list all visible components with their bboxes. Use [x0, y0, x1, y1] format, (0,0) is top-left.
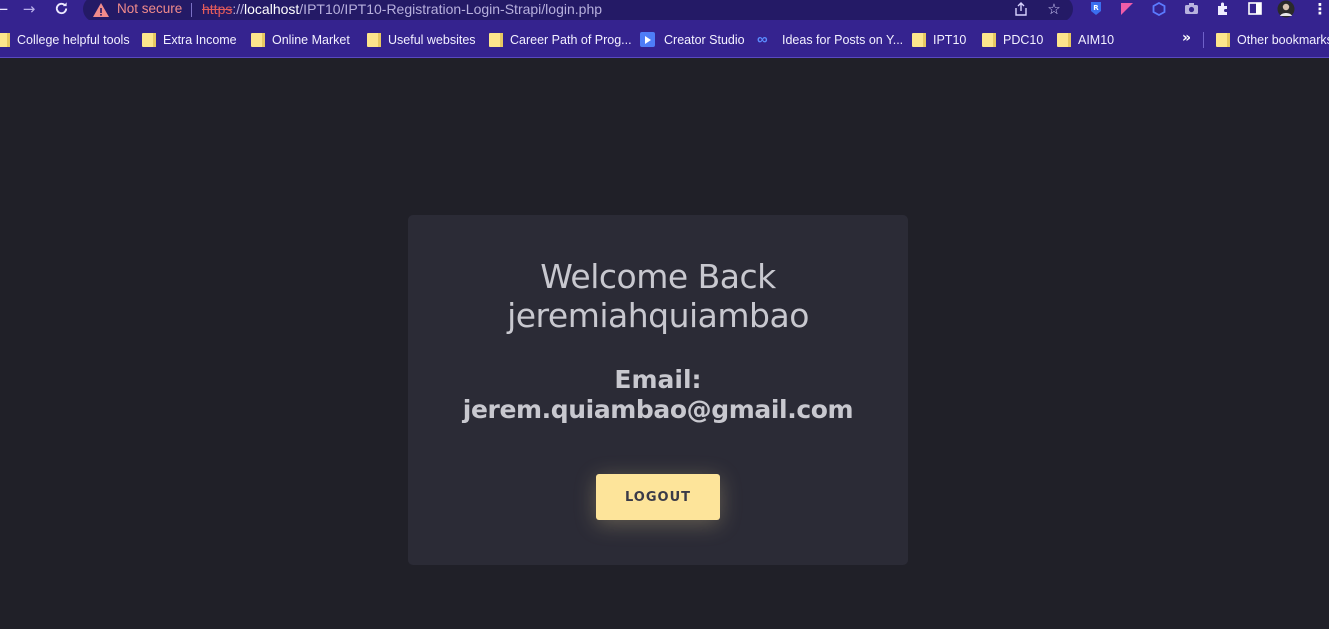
folder-icon: [982, 32, 996, 47]
bookmark-useful-websites[interactable]: Useful websites: [367, 30, 476, 49]
bookmark-online-market[interactable]: Online Market: [251, 30, 350, 49]
bookmark-aim10[interactable]: AIM10: [1057, 30, 1114, 49]
svg-text:R: R: [1093, 4, 1099, 12]
bookmark-label: College helpful tools: [17, 32, 130, 47]
extension-icon[interactable]: [1118, 0, 1136, 17]
bookmark-extra-income[interactable]: Extra Income: [142, 30, 237, 49]
side-panel-icon[interactable]: [1246, 0, 1264, 17]
menu-icon[interactable]: ⋮: [1311, 0, 1329, 18]
omnibox-divider: [191, 3, 192, 17]
star-icon[interactable]: ☆: [1044, 0, 1064, 18]
not-secure-label[interactable]: Not secure: [117, 1, 182, 16]
bookmark-college-helpful-tools[interactable]: College helpful tools: [0, 30, 130, 49]
logout-button[interactable]: LOGOUT: [596, 474, 720, 520]
welcome-text: Welcome Back: [540, 257, 776, 296]
folder-icon: [912, 32, 926, 47]
folder-icon: [142, 32, 156, 47]
url-text[interactable]: https://localhost/IPT10/IPT10-Registrati…: [202, 1, 602, 17]
forward-arrow-icon[interactable]: →: [18, 0, 40, 18]
bookmark-label: Useful websites: [388, 32, 476, 47]
bookmark-creator-studio[interactable]: Creator Studio: [640, 30, 745, 49]
folder-icon: [1216, 32, 1230, 47]
bookmarks-divider: [1203, 32, 1204, 48]
bookmark-label: Creator Studio: [664, 32, 745, 47]
folder-icon: [367, 32, 381, 47]
bookmark-other-bookmarks[interactable]: Other bookmarks: [1216, 30, 1329, 49]
bookmark-label: Extra Income: [163, 32, 237, 47]
meta-icon: ∞: [757, 31, 768, 48]
bookmark-label: IPT10: [933, 32, 967, 47]
folder-icon: [0, 32, 10, 47]
bookmark-career-path[interactable]: Career Path of Prog...: [489, 30, 632, 49]
email-value: jerem.quiambao@gmail.com: [462, 395, 854, 424]
bookmark-label: Ideas for Posts on Y...: [782, 32, 904, 47]
bookmark-ideas-for-posts[interactable]: ∞ Ideas for Posts on Y...: [757, 30, 903, 49]
url-separator: ://: [232, 1, 245, 17]
reload-icon[interactable]: [50, 0, 72, 17]
warning-icon: [93, 3, 109, 17]
extension-icon[interactable]: [1150, 0, 1168, 17]
welcome-heading: Welcome Back jeremiahquiambao: [408, 257, 908, 335]
username-text: jeremiahquiambao: [507, 296, 809, 335]
extension-icon[interactable]: R: [1087, 0, 1105, 17]
back-arrow-icon[interactable]: ←: [0, 0, 13, 18]
address-bar[interactable]: Not secure https://localhost/IPT10/IPT10…: [83, 0, 1073, 22]
bookmark-ipt10[interactable]: IPT10: [912, 30, 966, 49]
folder-icon: [1057, 32, 1071, 47]
url-host: localhost: [244, 1, 300, 17]
browser-toolbar: ← → Not secure https://localhost/IPT10/I…: [0, 0, 1329, 22]
url-scheme: https: [202, 1, 233, 17]
share-icon[interactable]: [1011, 0, 1031, 18]
more-bookmarks-chevron[interactable]: »: [1182, 30, 1191, 46]
url-path: /IPT10/IPT10-Registration-Login-Strapi/l…: [299, 1, 603, 17]
bookmark-label: PDC10: [1003, 32, 1044, 47]
bookmark-label: Other bookmarks: [1237, 32, 1329, 47]
bookmark-label: AIM10: [1078, 32, 1115, 47]
profile-avatar[interactable]: [1277, 0, 1295, 17]
folder-icon: [489, 32, 503, 47]
welcome-card: Welcome Back jeremiahquiambao Email: jer…: [408, 215, 908, 565]
bookmark-pdc10[interactable]: PDC10: [982, 30, 1043, 49]
bookmarks-bar: College helpful tools Extra Income Onlin…: [0, 20, 1329, 58]
creator-studio-icon: [640, 32, 655, 47]
folder-icon: [251, 32, 265, 47]
email-label: Email:: [614, 365, 702, 394]
bookmark-label: Career Path of Prog...: [510, 32, 632, 47]
camera-icon[interactable]: [1182, 0, 1200, 17]
puzzle-icon[interactable]: [1214, 0, 1232, 17]
bookmark-label: Online Market: [272, 32, 350, 47]
